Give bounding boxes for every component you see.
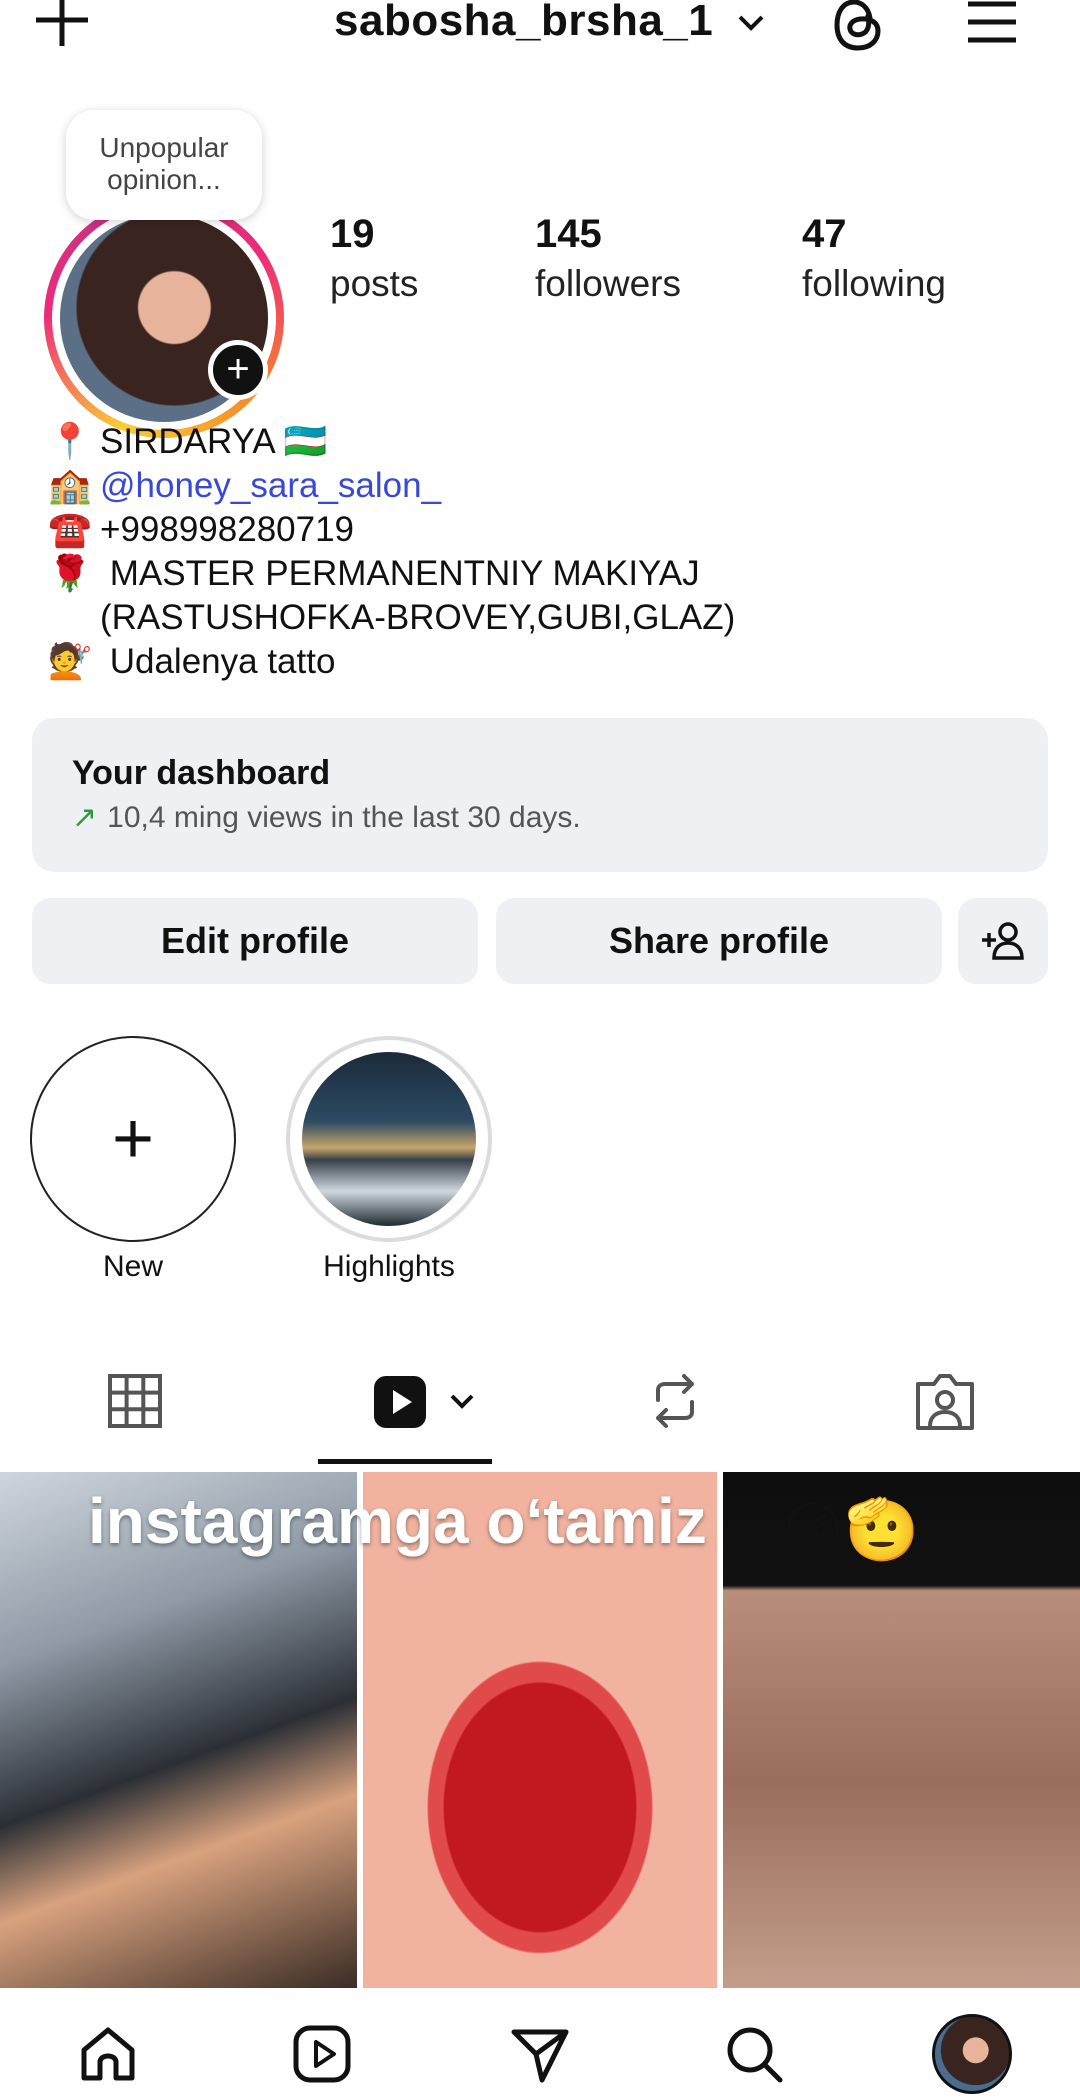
note-bubble[interactable]: Unpopular opinion... <box>66 110 262 220</box>
bio-text: MASTER PERMANENTNIY MAKIYAJ <box>100 554 700 593</box>
grid-overlay-emoji: 😘🫡 <box>782 1496 920 1563</box>
add-story-icon[interactable]: + <box>208 340 268 400</box>
bio-text: Udalenya tatto <box>100 642 336 681</box>
bio-mention-link[interactable]: @honey_sara_salon_ <box>100 466 441 505</box>
reposts-icon[interactable] <box>640 1366 710 1436</box>
highlight-label: New <box>102 1250 163 1283</box>
stat-followers[interactable]: 145 followers <box>535 212 681 312</box>
home-icon[interactable] <box>76 2022 140 2086</box>
menu-icon[interactable] <box>964 0 1020 52</box>
stat-value: 19 <box>330 212 375 256</box>
tagged-icon[interactable] <box>910 1366 980 1436</box>
plus-icon: + <box>111 1099 155 1179</box>
dashboard-subtitle: ↗ 10,4 ming views in the last 30 days. <box>72 800 581 835</box>
share-profile-button[interactable]: Share profile <box>496 898 942 984</box>
grid-icon[interactable] <box>100 1366 170 1436</box>
bio-text: SIRDARYA 🇺🇿 <box>100 422 328 461</box>
highlight-cover-image <box>302 1052 476 1226</box>
send-icon[interactable] <box>508 2022 572 2086</box>
threads-icon[interactable] <box>830 0 886 56</box>
edit-profile-button[interactable]: Edit profile <box>32 898 478 984</box>
dashboard-views-text: 10,4 ming views in the last 30 days. <box>107 801 581 834</box>
highlight-label: Highlights <box>323 1250 455 1283</box>
phone-icon: ☎️ <box>48 510 92 549</box>
pin-icon: 📍 <box>48 422 92 461</box>
stat-value: 145 <box>535 212 602 256</box>
chevron-down-icon[interactable] <box>736 8 766 38</box>
search-icon[interactable] <box>722 2022 786 2086</box>
bio-service: 🌹 MASTER PERMANENTNIY MAKIYAJ <box>48 552 700 596</box>
haircut-icon: 💇 <box>48 642 92 681</box>
stat-posts[interactable]: 19 posts <box>330 212 418 312</box>
account-username[interactable]: sabosha_brsha_1 <box>334 0 713 46</box>
stat-label: followers <box>535 263 681 304</box>
bio-phone: ☎️ +998998280719 <box>48 508 354 552</box>
add-person-icon <box>982 922 1024 960</box>
dashboard-title: Your dashboard <box>72 754 331 792</box>
trend-up-icon: ↗ <box>72 801 98 834</box>
top-bar: sabosha_brsha_1 <box>0 0 1080 70</box>
bio-tattoo: 💇 Udalenya tatto <box>48 640 335 684</box>
plus-icon[interactable] <box>32 0 92 50</box>
discover-people-button[interactable] <box>958 898 1048 984</box>
bio-text: (RASTUSHOFKA-BROVEY,GUBI,GLAZ) <box>100 598 736 637</box>
bio-location: 📍 SIRDARYA 🇺🇿 <box>48 420 327 464</box>
stat-value: 47 <box>802 212 847 256</box>
bio-salon: 🏫 @honey_sara_salon_ <box>48 464 441 508</box>
profile-avatar-icon[interactable] <box>932 2014 1012 2094</box>
active-tab-indicator <box>318 1459 492 1464</box>
rose-icon: 🌹 <box>48 554 92 593</box>
stat-following[interactable]: 47 following <box>802 212 946 312</box>
stat-label: following <box>802 263 946 304</box>
school-icon: 🏫 <box>48 466 92 505</box>
bio-service-details: (RASTUSHOFKA-BROVEY,GUBI,GLAZ) <box>48 596 735 640</box>
bio-text: +998998280719 <box>100 510 355 549</box>
reels-icon[interactable] <box>366 1366 486 1436</box>
reels-nav-icon[interactable] <box>290 2022 354 2086</box>
grid-overlay-text: instagramga o‘tamiz <box>88 1485 707 1557</box>
stat-label: posts <box>330 263 419 304</box>
dashboard-card[interactable] <box>32 718 1048 872</box>
